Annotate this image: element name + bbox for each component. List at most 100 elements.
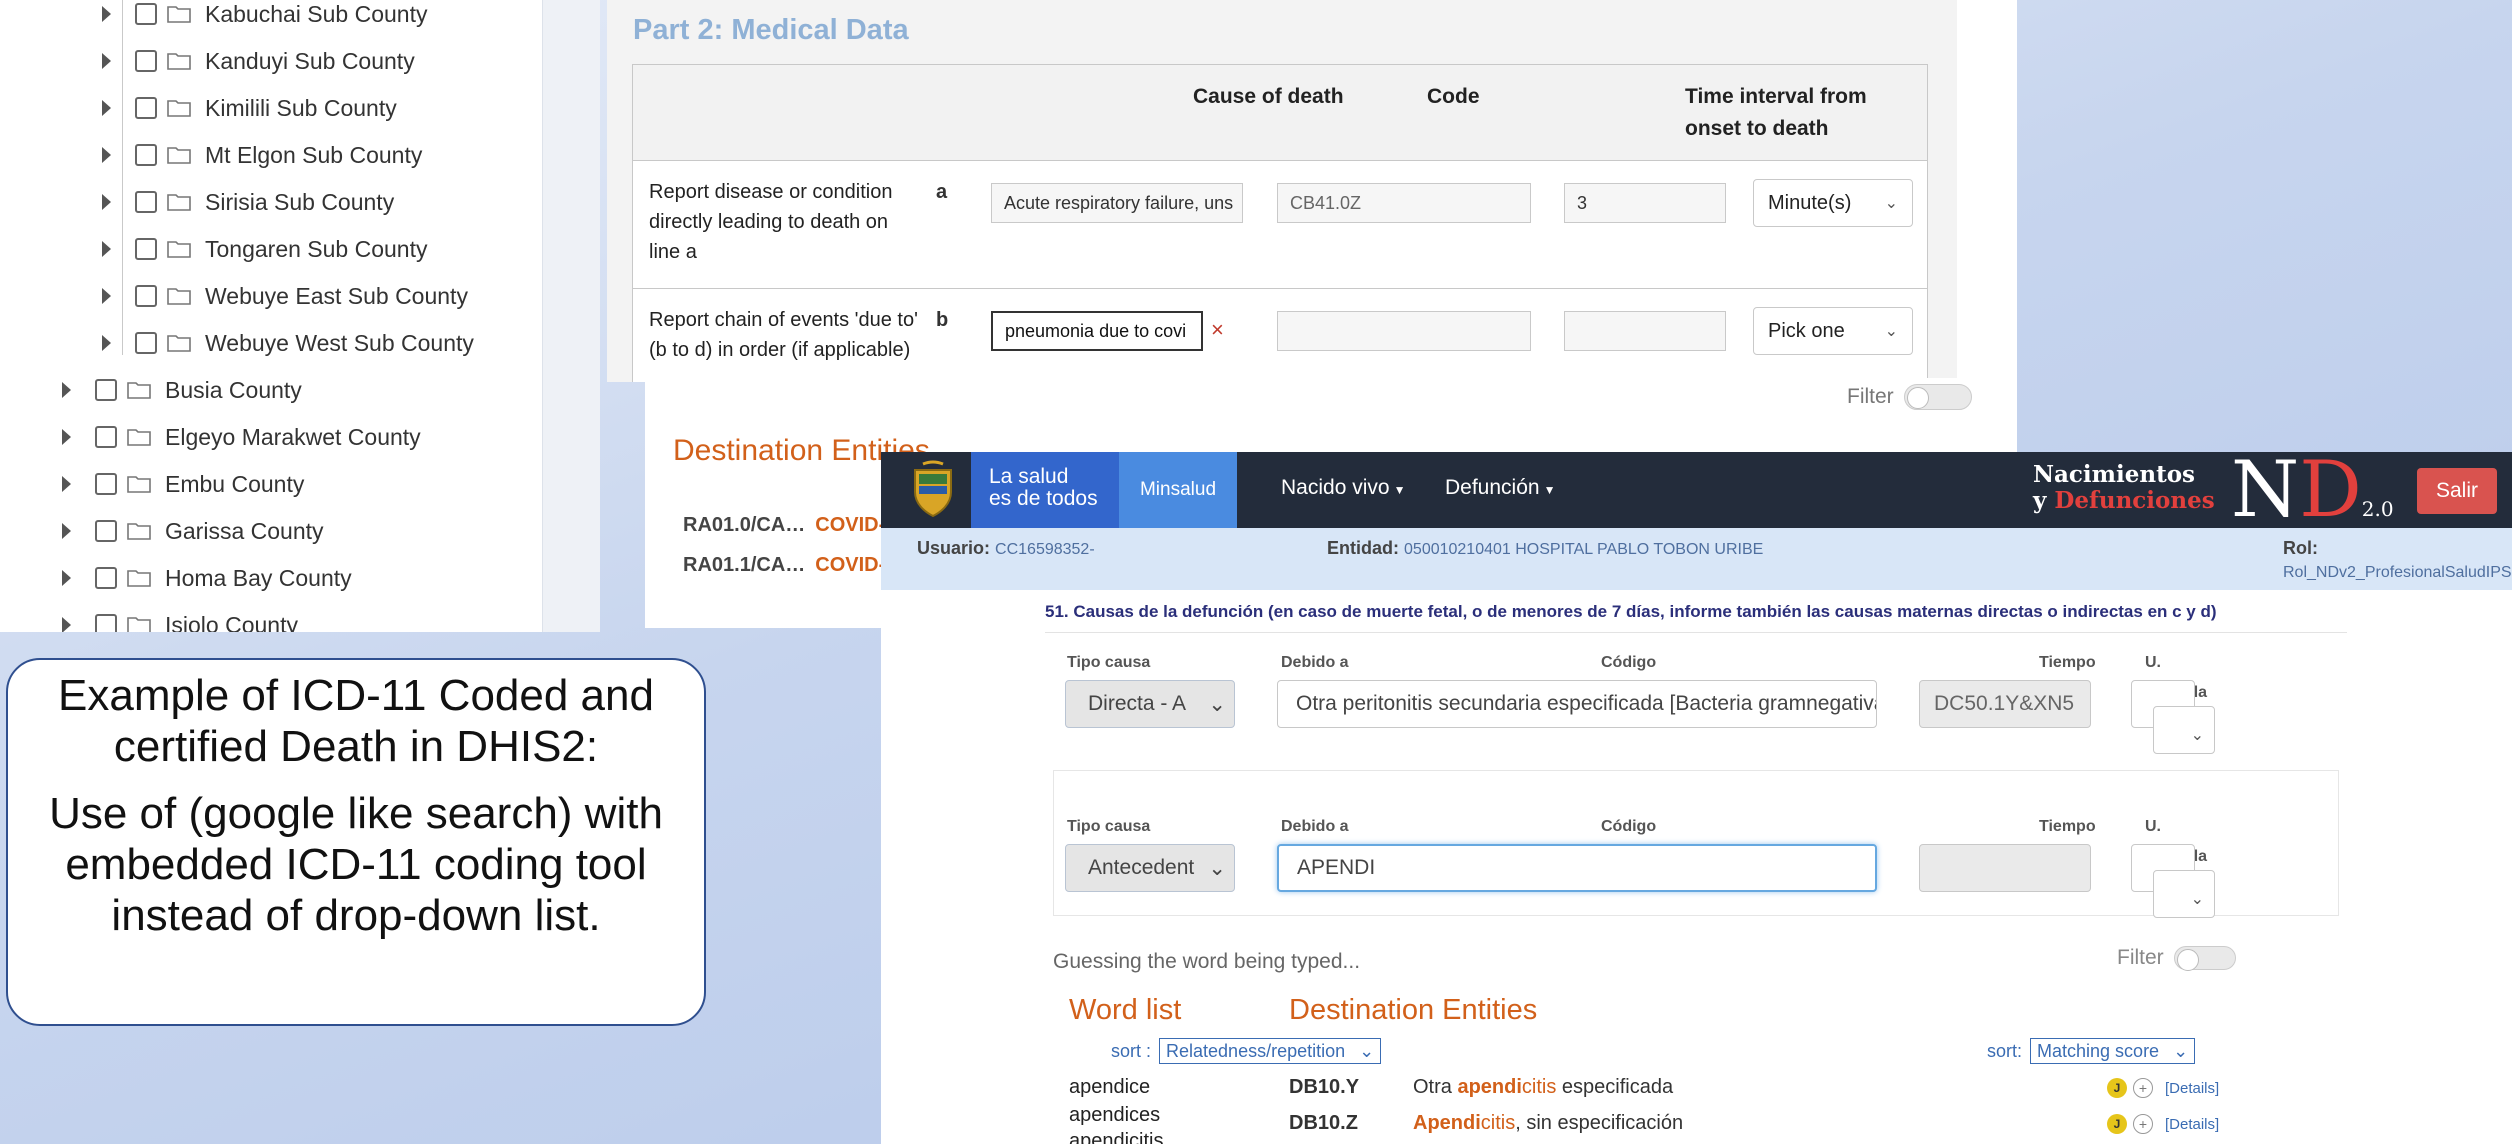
entity-row[interactable]: RA01.0/CA… COVID- xyxy=(683,514,885,537)
tree-item-label: Embu County xyxy=(165,470,305,497)
debido-a-input[interactable]: Otra peritonitis secundaria especificada… xyxy=(1277,680,1877,728)
tree-item[interactable]: Tongaren Sub County xyxy=(102,229,428,269)
tree-item[interactable]: Isiolo County xyxy=(62,605,298,632)
expand-arrow-icon[interactable] xyxy=(102,147,111,163)
checkbox[interactable] xyxy=(135,144,157,166)
checkbox[interactable] xyxy=(95,520,117,542)
word-item[interactable]: apendices xyxy=(1069,1104,1160,1127)
checkbox[interactable] xyxy=(95,567,117,589)
tree-item[interactable]: Webuye West Sub County xyxy=(102,323,474,363)
cause-input[interactable]: Acute respiratory failure, uns xyxy=(991,183,1243,223)
chevron-down-icon: ⌄ xyxy=(1208,692,1226,716)
tree-item[interactable]: Kanduyi Sub County xyxy=(102,41,415,81)
toggle-switch[interactable] xyxy=(2173,946,2236,971)
expand-arrow-icon[interactable] xyxy=(102,53,111,69)
tipo-causa-select[interactable]: Directa - A ⌄ xyxy=(1065,680,1235,728)
expand-arrow-icon[interactable] xyxy=(62,570,71,586)
plus-icon[interactable]: + xyxy=(2133,1078,2153,1098)
tree-item[interactable]: Garissa County xyxy=(62,511,324,551)
tree-item[interactable]: Kabuchai Sub County xyxy=(102,0,428,34)
folder-icon xyxy=(127,476,151,493)
checkbox[interactable] xyxy=(135,332,157,354)
j-badge-icon[interactable]: J xyxy=(2107,1114,2127,1134)
expand-arrow-icon[interactable] xyxy=(62,476,71,492)
checkbox[interactable] xyxy=(95,426,117,448)
folder-icon xyxy=(127,570,151,587)
tree-item[interactable]: Busia County xyxy=(62,370,302,410)
j-badge-icon[interactable]: J xyxy=(2107,1078,2127,1098)
entity-code: RA01.0/CA… xyxy=(683,514,806,536)
entity-title[interactable]: Otra apendicitis especificada xyxy=(1413,1076,1673,1099)
debido-a-search-input[interactable]: APENDI xyxy=(1277,844,1877,892)
entity-code[interactable]: DB10.Y xyxy=(1289,1076,1359,1099)
tree-item[interactable]: Embu County xyxy=(62,464,304,504)
label-tipo-causa: Tipo causa xyxy=(1067,818,1151,835)
word-sort-select[interactable]: Relatedness/repetition ⌄ xyxy=(1159,1038,1382,1064)
toggle-switch[interactable] xyxy=(1903,384,1972,410)
tree-item-label: Sirisia Sub County xyxy=(205,188,395,215)
time-input[interactable] xyxy=(1564,311,1726,351)
medida-select[interactable]: ⌄ xyxy=(2153,870,2215,918)
tree-item[interactable]: Elgeyo Marakwet County xyxy=(62,417,421,457)
clear-icon[interactable]: × xyxy=(1211,317,1224,343)
checkbox[interactable] xyxy=(95,614,117,632)
word-item[interactable]: apendicitis xyxy=(1069,1130,1164,1144)
expand-arrow-icon[interactable] xyxy=(102,288,111,304)
expand-arrow-icon[interactable] xyxy=(102,194,111,210)
tipo-causa-select[interactable]: Antecedent ⌄ xyxy=(1065,844,1235,892)
checkbox[interactable] xyxy=(135,50,157,72)
codigo-input[interactable] xyxy=(1919,844,2091,892)
callout-body: Use of (google like search) with embedde… xyxy=(49,789,663,940)
unit-select[interactable]: Minute(s) ⌄ xyxy=(1753,179,1913,227)
expand-arrow-icon[interactable] xyxy=(102,6,111,22)
dest-sort-select[interactable]: Matching score ⌄ xyxy=(2030,1038,2196,1064)
logout-button[interactable]: Salir xyxy=(2417,468,2497,514)
filter-toggle[interactable]: Filter xyxy=(1847,384,1972,410)
code-input[interactable] xyxy=(1277,311,1531,351)
checkbox[interactable] xyxy=(95,379,117,401)
checkbox[interactable] xyxy=(135,285,157,307)
cause-row-box xyxy=(1053,770,2339,916)
nav-nacido-vivo[interactable]: Nacido vivo ▼ xyxy=(1281,476,1405,500)
code-input[interactable]: CB41.0Z xyxy=(1277,183,1531,223)
checkbox[interactable] xyxy=(135,191,157,213)
time-input[interactable]: 3 xyxy=(1564,183,1726,223)
filter-toggle[interactable]: Filter xyxy=(2117,946,2236,971)
nav-defuncion[interactable]: Defunción ▼ xyxy=(1445,476,1555,500)
tree-item[interactable]: Homa Bay County xyxy=(62,558,352,598)
entity-code[interactable]: DB10.Z xyxy=(1289,1112,1358,1135)
expand-arrow-icon[interactable] xyxy=(102,100,111,116)
plus-icon[interactable]: + xyxy=(2133,1114,2153,1134)
details-link[interactable]: [Details] xyxy=(2165,1080,2219,1097)
expand-arrow-icon[interactable] xyxy=(102,335,111,351)
section-51-title: 51. Causas de la defunción (en caso de m… xyxy=(1045,602,2217,621)
entity-row[interactable]: RA01.1/CA… COVID- xyxy=(683,554,885,577)
brand-text: Nacimientos y Defunciones xyxy=(2033,462,2215,514)
tree-item[interactable]: Kimilili Sub County xyxy=(102,88,397,128)
medida-select[interactable]: ⌄ xyxy=(2153,706,2215,754)
entity-title[interactable]: Apendicitis, sin especificación xyxy=(1413,1112,1683,1135)
word-item[interactable]: apendice xyxy=(1069,1076,1150,1099)
cause-search-input[interactable]: pneumonia due to covi xyxy=(991,311,1203,351)
checkbox[interactable] xyxy=(135,3,157,25)
unit-select[interactable]: Pick one ⌄ xyxy=(1753,307,1913,355)
expand-arrow-icon[interactable] xyxy=(102,241,111,257)
logo-version: 2.0 xyxy=(2361,497,2394,521)
tree-item[interactable]: Mt Elgon Sub County xyxy=(102,135,422,175)
minsalud-link[interactable]: Minsalud xyxy=(1119,452,1237,528)
expand-arrow-icon[interactable] xyxy=(62,523,71,539)
details-link[interactable]: [Details] xyxy=(2165,1116,2219,1133)
tree-item[interactable]: Webuye East Sub County xyxy=(102,276,468,316)
checkbox[interactable] xyxy=(95,473,117,495)
tree-item[interactable]: Sirisia Sub County xyxy=(102,182,394,222)
codigo-input[interactable]: DC50.1Y&XN5 xyxy=(1919,680,2091,728)
expand-arrow-icon[interactable] xyxy=(62,429,71,445)
checkbox[interactable] xyxy=(135,238,157,260)
tree-item-label: Mt Elgon Sub County xyxy=(205,141,423,168)
row-letter: b xyxy=(936,309,949,331)
expand-arrow-icon[interactable] xyxy=(62,382,71,398)
sort-label: sort: xyxy=(1987,1040,2023,1061)
logo-d: D xyxy=(2299,452,2362,535)
expand-arrow-icon[interactable] xyxy=(62,617,71,632)
checkbox[interactable] xyxy=(135,97,157,119)
